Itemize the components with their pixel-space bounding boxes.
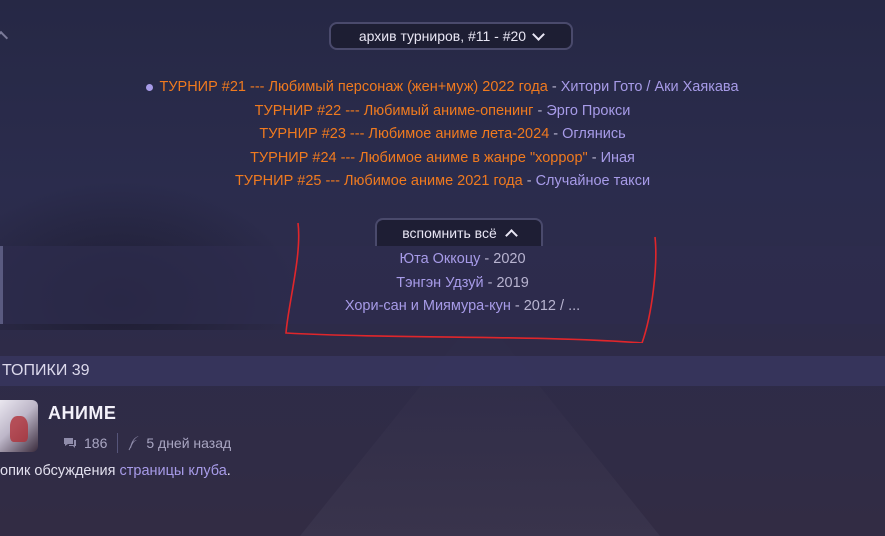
tournament-link[interactable]: ТУРНИР #25 --- Любимое аниме 2021 года [235, 173, 523, 189]
tournament-item: ТУРНИР #25 --- Любимое аниме 2021 года -… [234, 173, 651, 189]
meta-divider [117, 433, 119, 453]
topic-meta: 186 5 дней назад [62, 433, 231, 453]
remember-item: Тэнгэн Удзуй - 2019 [396, 274, 529, 291]
remember-item-link[interactable]: Юта Оккоцу [399, 251, 480, 267]
remember-item: Юта Оккоцу - 2020 [399, 251, 526, 267]
topics-header-label: ТОПИКИ 39 [2, 362, 90, 379]
tournament-list: ТУРНИР #21 --- Любимый персонаж (жен+муж… [0, 76, 885, 194]
topic-avatar[interactable] [0, 400, 38, 452]
last-update: 5 дней назад [128, 435, 231, 451]
club-page-link[interactable]: страницы клуба [119, 463, 226, 479]
tournament-item: ТУРНИР #24 --- Любимое аниме в жанре "хо… [250, 149, 635, 166]
tournament-link[interactable]: ТУРНИР #21 --- Любимый персонаж (жен+муж… [159, 79, 547, 95]
comments-icon [64, 438, 76, 448]
topic-description: опик обсуждения страницы клуба. [0, 463, 231, 479]
remember-all-toggle[interactable]: вспомнить всё [375, 218, 543, 246]
tournament-link[interactable]: ТУРНИР #22 --- Любимый аниме-опенинг [255, 103, 534, 119]
remember-all-label: вспомнить всё [402, 225, 497, 241]
tournament-link[interactable]: ТУРНИР #23 --- Любимое аниме лета-2024 [259, 126, 549, 142]
current-dot-icon [146, 83, 154, 91]
tournament-item: ТУРНИР #22 --- Любимый аниме-опенинг - Э… [254, 102, 631, 119]
remember-item-link[interactable]: Хори-сан и Миямура-кун [345, 298, 511, 314]
archive-dropdown-label: архив турниров, #11 - #20 [358, 28, 527, 44]
remember-item: Хори-сан и Миямура-кун - 2012 / ... [344, 298, 581, 314]
winner-link[interactable]: Хитори Гото / Аки Хаякава [561, 79, 739, 95]
winner-link[interactable]: Оглянись [562, 126, 625, 142]
archive-dropdown-button[interactable]: архив турниров, #11 - #20 [329, 22, 573, 50]
tournament-item: ТУРНИР #21 --- Любимый персонаж (жен+муж… [0, 76, 885, 100]
chevron-up-icon [504, 228, 518, 242]
chevron-down-icon [532, 27, 545, 41]
remember-item-link[interactable]: Тэнгэн Удзуй [396, 275, 483, 291]
remember-list: Юта Оккоцу - 2020 Тэнгэн Удзуй - 2019 Хо… [0, 248, 885, 319]
topics-header: ТОПИКИ 39 [0, 356, 885, 386]
quill-icon [128, 436, 140, 451]
collapse-chevron-icon[interactable] [0, 30, 9, 46]
winner-link[interactable]: Иная [601, 150, 635, 166]
comments-count: 186 [62, 435, 107, 451]
winner-link[interactable]: Случайное такси [536, 173, 650, 189]
tournament-link[interactable]: ТУРНИР #24 --- Любимое аниме в жанре "хо… [250, 150, 588, 166]
tournament-item: ТУРНИР #23 --- Любимое аниме лета-2024 -… [259, 126, 626, 142]
winner-link[interactable]: Эрго Прокси [546, 103, 630, 119]
topic-title[interactable]: АНИМЕ [48, 403, 116, 424]
